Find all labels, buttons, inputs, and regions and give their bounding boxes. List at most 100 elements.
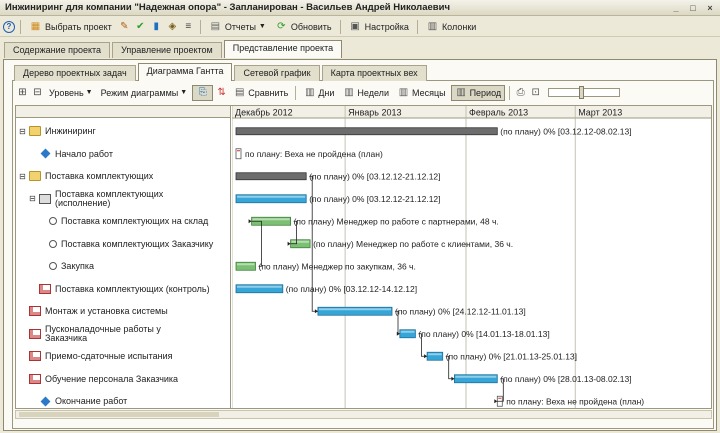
columns-label: Колонки	[441, 21, 477, 32]
collapse-toggle-icon[interactable]: ⊟	[19, 127, 27, 136]
window-title: Инжиниринг для компании "Надежная опора"…	[5, 2, 450, 13]
toolbar-separator	[295, 85, 297, 100]
task-icon	[29, 351, 41, 362]
task-row[interactable]: Поставка комплектующих на склад	[16, 210, 231, 233]
bar-highlight	[237, 263, 255, 266]
gantt-chart-svg: Декабрь 2012 Январь 2013 Февраль 2013 Март …	[232, 106, 711, 408]
period-button[interactable]: ▥ Период	[450, 84, 506, 101]
task-name: Закупка	[61, 261, 94, 272]
toolbar-separator	[199, 19, 201, 34]
bar-label: (по плану) Менеджер по закупкам, 36 ч.	[259, 261, 416, 271]
collapse-toggle-icon[interactable]: ⊟	[19, 172, 27, 181]
close-button[interactable]: ×	[704, 2, 716, 13]
days-button[interactable]: ▥ Дни	[300, 85, 337, 101]
task-row[interactable]: Обучение персонала Заказчика	[16, 368, 231, 391]
task-icon	[29, 306, 41, 317]
title-bar: Инжиниринг для компании "Надежная опора"…	[0, 0, 720, 16]
subtask-icon	[49, 239, 57, 248]
tab-gantt-chart[interactable]: Диаграмма Гантта	[137, 63, 233, 81]
edit-icon[interactable]: ✎	[118, 20, 131, 33]
toolbar-separator	[416, 19, 418, 34]
months-button[interactable]: ▥ Месяцы	[394, 85, 449, 101]
tab-task-tree[interactable]: Дерево проектных задач	[14, 65, 136, 81]
weeks-button[interactable]: ▥ Недели	[339, 85, 392, 101]
collapse-all-icon[interactable]: ⊟	[31, 86, 44, 99]
dependency-arrow	[494, 399, 498, 404]
tab-milestone-map[interactable]: Карта проектных вех	[321, 65, 427, 81]
columns-button[interactable]: ▥ Колонки	[423, 18, 479, 35]
bar-label: (по плану) 0% [03.12.12-21.12.12]	[309, 194, 440, 204]
zoom-slider[interactable]	[548, 86, 621, 99]
database-icon[interactable]: ◈	[166, 20, 179, 33]
task-row[interactable]: Приемо-сдаточные испытания	[16, 345, 231, 368]
task-row[interactable]: ⊟ Инжиниринг	[16, 120, 231, 143]
minimize-button[interactable]: _	[670, 2, 682, 13]
task-row[interactable]: Поставка комплектующих (контроль)	[16, 278, 231, 301]
level-label: Уровень	[49, 87, 84, 98]
diagram-mode-label: Режим диаграммы	[100, 87, 179, 98]
link-toggle-button[interactable]: ⎘	[192, 84, 214, 101]
select-project-button[interactable]: ▦ Выбрать проект	[26, 18, 115, 35]
bar-highlight	[252, 218, 290, 221]
gantt-toolbar: ⊞ ⊟ Уровень ▼ Режим диаграммы ▼ ⎘ ⇅ ▤ Ср…	[16, 83, 711, 102]
bar-label: (по плану) 0% [03.12.12-21.12.12]	[309, 171, 440, 181]
tab-project-management[interactable]: Управление проектом	[112, 42, 222, 58]
weeks-label: Недели	[357, 87, 389, 98]
check-icon[interactable]: ✔	[134, 20, 147, 33]
task-row[interactable]: Закупка	[16, 255, 231, 278]
expand-all-icon[interactable]: ⊞	[16, 86, 29, 99]
task-icon	[29, 328, 41, 339]
task-row[interactable]: Окончание работ	[16, 390, 231, 408]
diagram-mode-button[interactable]: Режим диаграммы ▼	[98, 85, 191, 101]
task-row[interactable]: ⊟ Поставка комплектующих	[16, 165, 231, 188]
compare-button[interactable]: ▤ Сравнить	[230, 85, 291, 101]
task-row[interactable]: Начало работ	[16, 143, 231, 166]
month-label: Декабрь 2012	[235, 108, 293, 118]
chevron-down-icon: ▼	[180, 89, 188, 96]
bar-highlight	[237, 285, 282, 288]
settings-icon: ▣	[350, 20, 360, 32]
dependency-arrow	[287, 241, 291, 246]
sort-icon[interactable]: ⇅	[215, 86, 228, 99]
task-name: Поставка комплектующих Заказчику	[61, 238, 214, 249]
task-row[interactable]: ⊟ Поставка комплектующих (исполнение)	[16, 188, 231, 211]
zoom-icon[interactable]: ⊡	[529, 86, 542, 99]
compare-label: Сравнить	[248, 87, 289, 98]
tab-project-view[interactable]: Представление проекта	[223, 40, 343, 58]
task-row[interactable]: Пусконаладочные работы у Заказчика	[16, 323, 231, 346]
period-label: Период	[469, 87, 502, 98]
collapse-toggle-icon[interactable]: ⊟	[29, 194, 37, 203]
task-name: Инжиниринг	[45, 126, 96, 137]
scrollbar-thumb[interactable]	[19, 412, 219, 417]
dependency-arrow	[248, 219, 252, 224]
summary-bar	[235, 172, 307, 181]
zoom-slider-thumb[interactable]	[579, 86, 585, 99]
settings-button[interactable]: ▣ Настройка	[346, 18, 412, 35]
task-row[interactable]: Монтаж и установка системы	[16, 300, 231, 323]
tab-project-content[interactable]: Содержание проекта	[4, 42, 111, 58]
toolbar-separator	[339, 19, 341, 34]
bar-label: (по плану) 0% [03.12.12-08.02.13]	[500, 126, 631, 136]
list-icon[interactable]: ≡	[182, 20, 195, 33]
link-icon: ⎘	[198, 86, 207, 98]
reports-button[interactable]: ▤ Отчеты ▼	[206, 18, 269, 35]
chart-icon[interactable]: ▮	[150, 20, 163, 33]
level-button[interactable]: Уровень ▼	[46, 85, 96, 101]
subtask-icon	[49, 217, 57, 226]
print-icon[interactable]: ⎙	[514, 86, 527, 99]
bar-highlight	[318, 308, 391, 311]
task-row[interactable]: Поставка комплектующих Заказчику	[16, 233, 231, 256]
horizontal-scrollbar[interactable]	[15, 410, 712, 419]
task-name: Пусконаладочные работы у Заказчика	[45, 323, 161, 343]
task-list: ⊟ Инжиниринг Начало работ ⊟ Поставка комплек…	[16, 106, 231, 408]
folder-icon	[29, 171, 41, 182]
dependency-link	[251, 220, 262, 267]
refresh-label: Обновить	[290, 21, 332, 32]
maximize-button[interactable]: □	[687, 2, 699, 13]
bar-label: по плану: Веха не пройдена (план)	[506, 396, 644, 406]
reports-label: Отчеты	[224, 21, 256, 32]
help-icon[interactable]: ?	[3, 20, 15, 33]
tab-network-graph[interactable]: Сетевой график	[234, 65, 320, 81]
refresh-button[interactable]: ⟳ Обновить	[272, 18, 335, 35]
bar-highlight	[237, 195, 306, 198]
